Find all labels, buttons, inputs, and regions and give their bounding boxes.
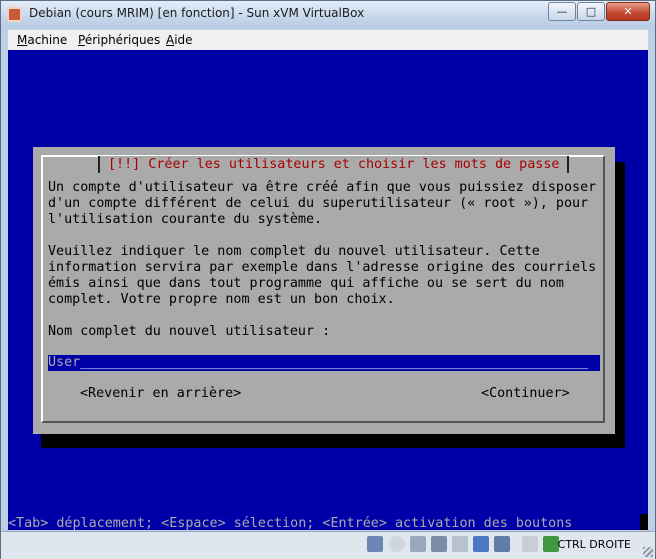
keyboard-help-line: <Tab> déplacement; <Espace> sélection; <… xyxy=(8,516,573,530)
dialog-paragraph-2: Veuillez indiquer le nom complet du nouv… xyxy=(48,244,597,307)
menu-machine[interactable]: Machine xyxy=(17,33,67,47)
full-name-input[interactable]: User____________________________________… xyxy=(48,355,600,371)
minimize-button[interactable]: — xyxy=(548,2,576,21)
title-bar[interactable]: Debian (cours MRIM) [en fonction] - Sun … xyxy=(1,1,655,28)
mouse-icon[interactable] xyxy=(522,536,538,552)
cursor-block xyxy=(640,514,648,530)
continue-button[interactable]: <Continuer> xyxy=(481,386,570,401)
full-name-label: Nom complet du nouvel utilisateur : xyxy=(48,324,331,339)
menu-peripheriques-accel: P xyxy=(78,33,85,47)
network-icon[interactable] xyxy=(431,536,447,552)
menu-bar: Machine Périphériques Aide xyxy=(8,30,648,50)
menu-aide[interactable]: Aide xyxy=(166,33,193,47)
installer-dialog: [!!] Créer les utilisateurs et choisir l… xyxy=(33,147,615,434)
shared-folder-icon[interactable] xyxy=(473,536,489,552)
full-name-fill: ________________________________________… xyxy=(80,355,589,370)
full-name-value: User xyxy=(48,355,81,370)
menu-machine-label: achine xyxy=(27,33,68,47)
status-bar: CTRL DROITE xyxy=(1,531,655,559)
back-button[interactable]: <Revenir en arrière> xyxy=(80,386,241,401)
menu-peripheriques-label: ériphériques xyxy=(84,33,161,47)
maximize-button[interactable]: □ xyxy=(577,2,605,21)
monitor-icon[interactable] xyxy=(494,536,510,552)
menu-peripheriques[interactable]: Périphériques xyxy=(78,33,160,47)
dialog-paragraph-1: Un compte d'utilisateur va être créé afi… xyxy=(48,180,597,227)
window-title: Debian (cours MRIM) [en fonction] - Sun … xyxy=(29,6,365,20)
host-key-label: CTRL DROITE xyxy=(557,538,631,551)
dialog-title: [!!] Créer les utilisateurs et choisir l… xyxy=(98,156,570,173)
menu-machine-accel: M xyxy=(17,33,28,47)
cd-icon[interactable] xyxy=(389,536,405,552)
menu-aide-accel: A xyxy=(166,33,175,47)
floppy-icon[interactable] xyxy=(410,536,426,552)
vm-screen[interactable]: [!!] Créer les utilisateurs et choisir l… xyxy=(8,50,648,530)
menu-aide-label: ide xyxy=(174,33,193,47)
virtualbox-window: Debian (cours MRIM) [en fonction] - Sun … xyxy=(0,0,656,559)
hard-disk-icon[interactable] xyxy=(367,536,383,552)
window-controls: — □ ✕ xyxy=(547,2,650,21)
close-button[interactable]: ✕ xyxy=(606,2,650,21)
usb-icon[interactable] xyxy=(452,536,468,552)
virtualbox-icon xyxy=(7,7,22,22)
resize-grip[interactable] xyxy=(643,547,653,557)
host-key-icon xyxy=(543,536,559,552)
